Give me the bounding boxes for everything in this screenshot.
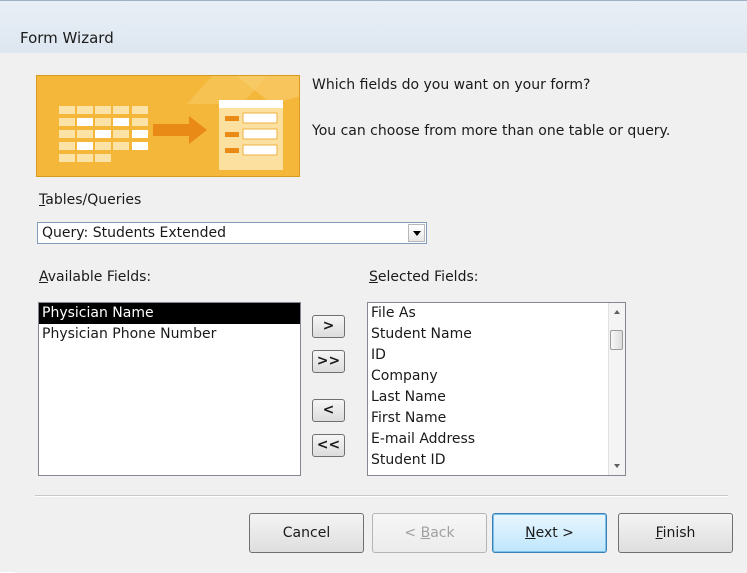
list-item[interactable]: Last Name	[368, 387, 625, 408]
selected-fields-scrollbar[interactable]	[608, 303, 625, 475]
selected-fields-list[interactable]: File As Student Name ID Company Last Nam…	[367, 302, 626, 476]
tables-queries-dropdown[interactable]: Query: Students Extended	[37, 222, 427, 244]
add-all-fields-button[interactable]: >>	[312, 350, 345, 373]
list-item[interactable]: Physician Phone Number	[39, 324, 300, 345]
list-item[interactable]: Company	[368, 366, 625, 387]
footer-divider	[35, 495, 728, 497]
selected-fields-mnemonic: S	[369, 269, 378, 285]
selected-fields-label-text: elected Fields:	[377, 269, 479, 285]
wizard-hint: You can choose from more than one table …	[312, 123, 671, 139]
cancel-button[interactable]: Cancel	[249, 513, 364, 553]
remove-all-fields-button[interactable]: <<	[312, 434, 345, 457]
back-button-mnemonic: B	[420, 525, 431, 541]
form-wizard-window: Form Wizard Which fields do you want on …	[0, 0, 747, 573]
list-item[interactable]: ID	[368, 345, 625, 366]
wizard-question: Which fields do you want on your form?	[312, 77, 591, 93]
tables-queries-label-text: ables/Queries	[45, 192, 142, 208]
back-button[interactable]: < Back	[372, 513, 487, 553]
next-button-mnemonic: N	[525, 525, 536, 541]
finish-button-label: inish	[662, 525, 696, 541]
list-item[interactable]: Student ID	[368, 450, 625, 471]
list-item[interactable]: File As	[368, 303, 625, 324]
finish-button[interactable]: Finish	[618, 513, 733, 553]
wizard-illustration	[36, 75, 300, 177]
back-button-prefix: <	[404, 525, 421, 541]
list-item[interactable]: First Name	[368, 408, 625, 429]
available-fields-label-text: vailable Fields:	[47, 269, 152, 285]
window-title: Form Wizard	[20, 29, 114, 47]
list-item[interactable]: Student Name	[368, 324, 625, 345]
tables-queries-value: Query: Students Extended	[42, 225, 227, 241]
tables-queries-label: Tables/Queries	[39, 192, 141, 208]
list-item[interactable]: E-mail Address	[368, 429, 625, 450]
form-wizard-illustration-icon	[37, 76, 299, 176]
remove-field-button[interactable]: <	[312, 399, 345, 422]
available-fields-label: Available Fields:	[39, 269, 151, 285]
scroll-up-arrow-icon[interactable]	[609, 303, 625, 320]
add-field-button[interactable]: >	[312, 315, 345, 338]
selected-fields-label: Selected Fields:	[369, 269, 478, 285]
chevron-down-icon[interactable]	[408, 224, 425, 242]
wizard-content: Which fields do you want on your form? Y…	[15, 53, 747, 573]
scroll-thumb[interactable]	[610, 330, 623, 350]
back-button-label: ack	[430, 525, 455, 541]
title-bar[interactable]: Form Wizard	[0, 1, 747, 53]
scroll-down-arrow-icon[interactable]	[609, 458, 625, 475]
finish-button-mnemonic: F	[655, 525, 663, 541]
list-item[interactable]: Physician Name	[39, 303, 300, 324]
available-fields-list[interactable]: Physician Name Physician Phone Number	[38, 302, 301, 476]
next-button[interactable]: Next >	[492, 513, 607, 553]
available-fields-mnemonic: A	[39, 269, 48, 285]
next-button-label: ext >	[535, 525, 574, 541]
